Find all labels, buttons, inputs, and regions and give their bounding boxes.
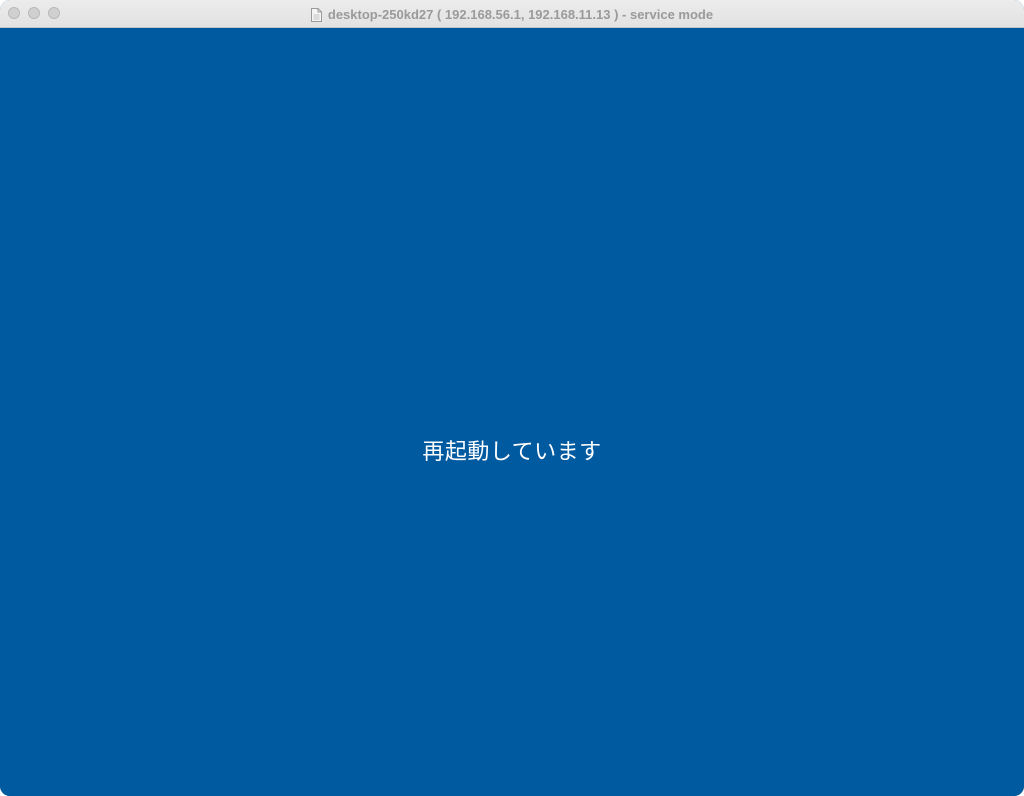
remote-desktop-window: desktop-250kd27 ( 192.168.56.1, 192.168.… bbox=[0, 0, 1024, 796]
remote-screen[interactable]: 再起動しています bbox=[0, 28, 1024, 796]
restarting-status-text: 再起動しています bbox=[422, 440, 602, 465]
title-bar[interactable]: desktop-250kd27 ( 192.168.56.1, 192.168.… bbox=[0, 0, 1024, 28]
window-title: desktop-250kd27 ( 192.168.56.1, 192.168.… bbox=[327, 6, 714, 22]
document-icon bbox=[310, 7, 322, 22]
title-container: desktop-250kd27 ( 192.168.56.1, 192.168.… bbox=[0, 0, 1024, 28]
